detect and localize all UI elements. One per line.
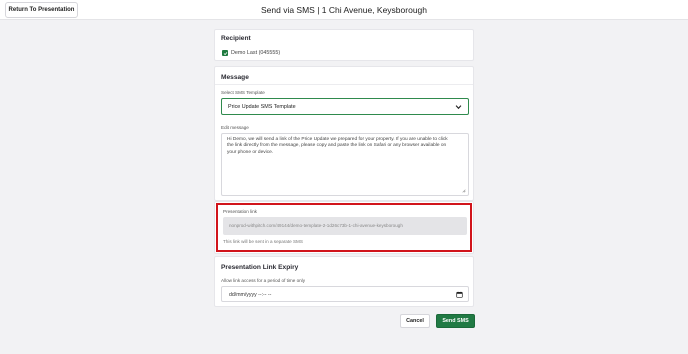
recipient-name: Demo Last (045555) <box>231 50 281 56</box>
expiry-label: Allow link access for a period of time o… <box>221 278 305 283</box>
expiry-date-placeholder: dd/mm/yyyy --:-- -- <box>229 292 272 298</box>
presentation-link-input[interactable]: nonprod-withpitch.com/49144/demo-templat… <box>223 217 467 235</box>
edit-message-label: Edit message <box>221 125 249 130</box>
recipient-card: Recipient Demo Last (045555) <box>214 29 474 61</box>
presentation-link-url: nonprod-withpitch.com/49144/demo-templat… <box>229 223 403 228</box>
calendar-icon[interactable] <box>456 291 463 298</box>
page-title: Send via SMS | 1 Chi Avenue, Keysborough <box>260 5 427 15</box>
expiry-title: Presentation Link Expiry <box>221 264 299 271</box>
message-line: the link directly from the message, plea… <box>227 143 447 149</box>
presentation-link-label: Presentation link <box>223 209 257 214</box>
expiry-card: Presentation Link Expiry Allow link acce… <box>214 256 474 307</box>
message-title: Message <box>221 74 249 81</box>
presentation-link-note: This link will be sent in a separate SMS <box>223 239 303 244</box>
presentation-link-highlight: Presentation link nonprod-withpitch.com/… <box>216 203 472 252</box>
sms-template-value: Price Update SMS Template <box>228 104 296 110</box>
send-sms-button[interactable]: Send SMS <box>436 314 475 328</box>
resize-handle-icon[interactable] <box>462 189 466 193</box>
sms-template-label: Select SMS Template <box>221 90 265 95</box>
recipient-title: Recipient <box>221 35 251 42</box>
sms-template-select[interactable]: Price Update SMS Template <box>221 98 469 115</box>
chevron-down-icon <box>455 105 462 110</box>
top-bar: Return To Presentation Send via SMS | 1 … <box>0 0 688 20</box>
check-icon <box>223 51 227 55</box>
recipient-checkbox[interactable] <box>222 50 228 56</box>
divider <box>215 84 473 85</box>
cancel-button[interactable]: Cancel <box>400 314 430 328</box>
expiry-date-input[interactable]: dd/mm/yyyy --:-- -- <box>221 286 469 302</box>
message-line: your phone or device. <box>227 149 274 155</box>
message-card: Message Select SMS Template Price Update… <box>214 66 474 201</box>
message-textarea[interactable]: Hi Demo, we will send a link of the Pric… <box>221 133 469 196</box>
